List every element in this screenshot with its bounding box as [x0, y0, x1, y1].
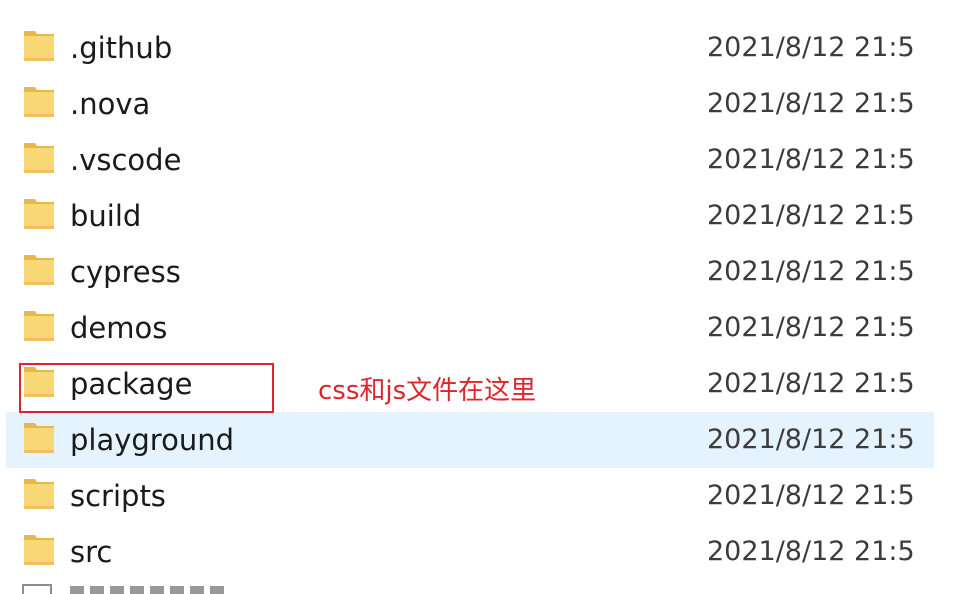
date-modified: 2021/8/12 21:5 — [707, 88, 915, 119]
file-list: .github 2021/8/12 21:5 .nova 2021/8/12 2… — [0, 20, 978, 580]
file-name: .vscode — [70, 143, 182, 177]
date-modified: 2021/8/12 21:5 — [707, 144, 915, 175]
folder-row-scripts[interactable]: scripts 2021/8/12 21:5 — [0, 468, 978, 524]
date-modified: 2021/8/12 21:5 — [707, 368, 915, 399]
folder-icon — [24, 143, 54, 173]
file-name: .nova — [70, 87, 151, 121]
date-modified: 2021/8/12 21:5 — [707, 32, 915, 63]
file-name: src — [70, 535, 113, 569]
folder-row-github[interactable]: .github 2021/8/12 21:5 — [0, 20, 978, 76]
folder-icon — [24, 31, 54, 61]
file-name: scripts — [70, 479, 166, 513]
date-modified: 2021/8/12 21:5 — [707, 200, 915, 231]
date-modified: 2021/8/12 21:5 — [707, 312, 915, 343]
folder-icon — [24, 87, 54, 117]
folder-row-demos[interactable]: demos 2021/8/12 21:5 — [0, 300, 978, 356]
folder-icon — [24, 423, 54, 453]
folder-row-playground[interactable]: playground 2021/8/12 21:5 — [6, 412, 934, 468]
folder-row-cypress[interactable]: cypress 2021/8/12 21:5 — [0, 244, 978, 300]
file-name: build — [70, 199, 142, 233]
folder-icon — [24, 311, 54, 341]
date-modified: 2021/8/12 21:5 — [707, 536, 915, 567]
folder-icon — [24, 479, 54, 509]
folder-icon — [24, 199, 54, 229]
file-name: playground — [70, 423, 235, 457]
file-name-cut-off — [70, 586, 230, 594]
file-name: cypress — [70, 255, 181, 289]
file-icon — [22, 584, 52, 594]
date-modified: 2021/8/12 21:5 — [707, 256, 915, 287]
file-name: demos — [70, 311, 168, 345]
annotation-text: css和js文件在这里 — [318, 376, 537, 406]
folder-icon — [24, 535, 54, 565]
highlight-box — [19, 363, 274, 413]
file-name: .github — [70, 31, 173, 65]
date-modified: 2021/8/12 21:5 — [707, 480, 915, 511]
folder-icon — [24, 255, 54, 285]
folder-row-nova[interactable]: .nova 2021/8/12 21:5 — [0, 76, 978, 132]
file-row-partial[interactable] — [0, 580, 978, 594]
folder-row-src[interactable]: src 2021/8/12 21:5 — [0, 524, 978, 580]
folder-row-vscode[interactable]: .vscode 2021/8/12 21:5 — [0, 132, 978, 188]
date-modified: 2021/8/12 21:5 — [707, 424, 915, 455]
folder-row-build[interactable]: build 2021/8/12 21:5 — [0, 188, 978, 244]
file-explorer: .github 2021/8/12 21:5 .nova 2021/8/12 2… — [0, 0, 978, 594]
